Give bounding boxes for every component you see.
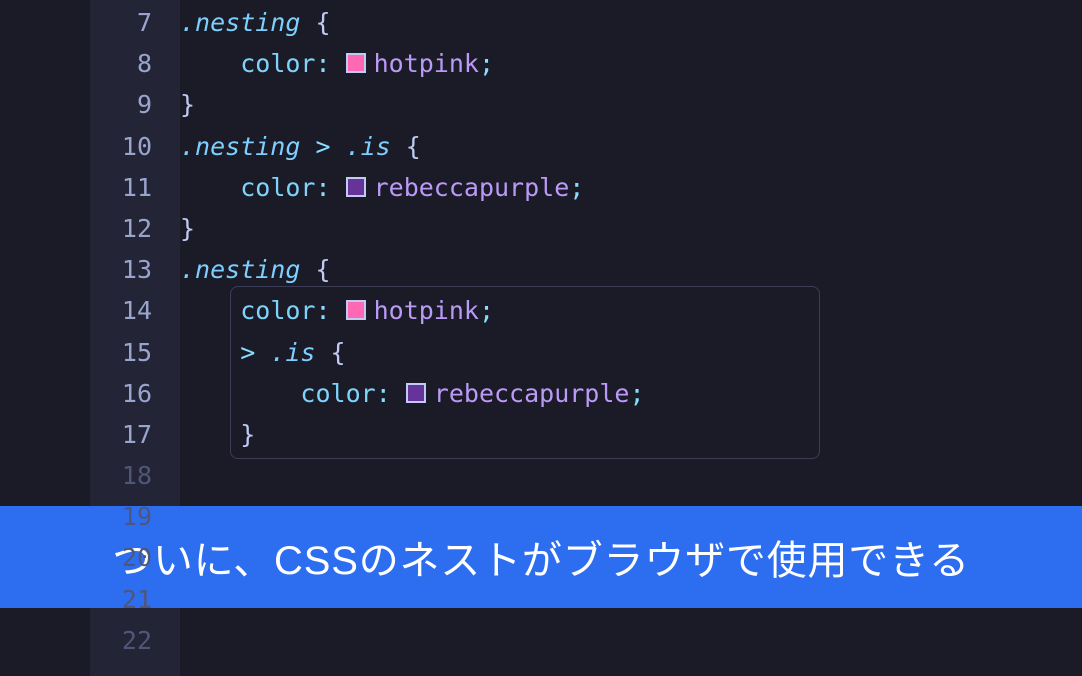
code-line[interactable]: color: hotpink; (180, 43, 1082, 84)
line-number: 10 (0, 126, 180, 167)
colon: : (376, 379, 406, 408)
semicolon: ; (629, 379, 644, 408)
indent (180, 338, 240, 367)
line-number: 19 (0, 496, 180, 537)
colon: : (315, 49, 345, 78)
brace-close: } (180, 214, 195, 243)
css-property: color (300, 379, 375, 408)
brace-open: { (300, 8, 330, 37)
line-number: 7 (0, 2, 180, 43)
color-swatch-icon[interactable] (406, 383, 426, 403)
code-line[interactable] (180, 620, 1082, 661)
code-line[interactable]: .nesting > .is { (180, 126, 1082, 167)
code-line[interactable]: } (180, 84, 1082, 125)
css-property: color (240, 49, 315, 78)
line-number: 14 (0, 290, 180, 331)
code-line[interactable]: } (180, 414, 1082, 455)
line-number: 11 (0, 167, 180, 208)
css-selector: .nesting (180, 132, 300, 161)
css-selector: .nesting (180, 255, 300, 284)
brace-close: } (180, 90, 195, 119)
line-number: 17 (0, 414, 180, 455)
css-property: color (240, 296, 315, 325)
color-swatch-icon[interactable] (346, 177, 366, 197)
colon: : (315, 296, 345, 325)
indent (180, 296, 240, 325)
css-selector: .is (270, 338, 315, 367)
css-value: hotpink (374, 49, 479, 78)
line-number: 18 (0, 455, 180, 496)
css-property: color (240, 173, 315, 202)
css-selector: .nesting (180, 8, 300, 37)
code-line[interactable] (180, 455, 1082, 496)
css-combinator: > (300, 132, 345, 161)
semicolon: ; (479, 296, 494, 325)
line-number: 15 (0, 332, 180, 373)
line-number-gutter: 78910111213141516171819202122 (0, 0, 180, 676)
brace-open: { (391, 132, 421, 161)
semicolon: ; (479, 49, 494, 78)
css-value: rebeccapurple (374, 173, 570, 202)
css-selector: .is (346, 132, 391, 161)
line-number: 20 (0, 537, 180, 578)
line-number: 13 (0, 249, 180, 290)
code-line[interactable]: } (180, 208, 1082, 249)
line-number: 22 (0, 620, 180, 661)
code-line[interactable]: .nesting { (180, 249, 1082, 290)
code-line[interactable]: color: hotpink; (180, 290, 1082, 331)
indent (180, 173, 240, 202)
line-number: 9 (0, 84, 180, 125)
css-value: hotpink (374, 296, 479, 325)
color-swatch-icon[interactable] (346, 53, 366, 73)
banner-text: ついに、CSSのネストがブラウザで使用できる (112, 528, 970, 586)
semicolon: ; (569, 173, 584, 202)
line-number: 16 (0, 373, 180, 414)
brace-open: { (315, 338, 345, 367)
code-line[interactable]: > .is { (180, 332, 1082, 373)
line-number: 8 (0, 43, 180, 84)
code-line[interactable]: .nesting { (180, 2, 1082, 43)
code-line[interactable]: color: rebeccapurple; (180, 373, 1082, 414)
brace-open: { (300, 255, 330, 284)
brace-close: } (240, 420, 255, 449)
color-swatch-icon[interactable] (346, 300, 366, 320)
indent (180, 49, 240, 78)
indent (180, 420, 240, 449)
line-number: 21 (0, 579, 180, 620)
colon: : (315, 173, 345, 202)
css-value: rebeccapurple (434, 379, 630, 408)
css-combinator: > (240, 338, 270, 367)
indent (180, 379, 300, 408)
code-line[interactable]: color: rebeccapurple; (180, 167, 1082, 208)
line-number: 12 (0, 208, 180, 249)
